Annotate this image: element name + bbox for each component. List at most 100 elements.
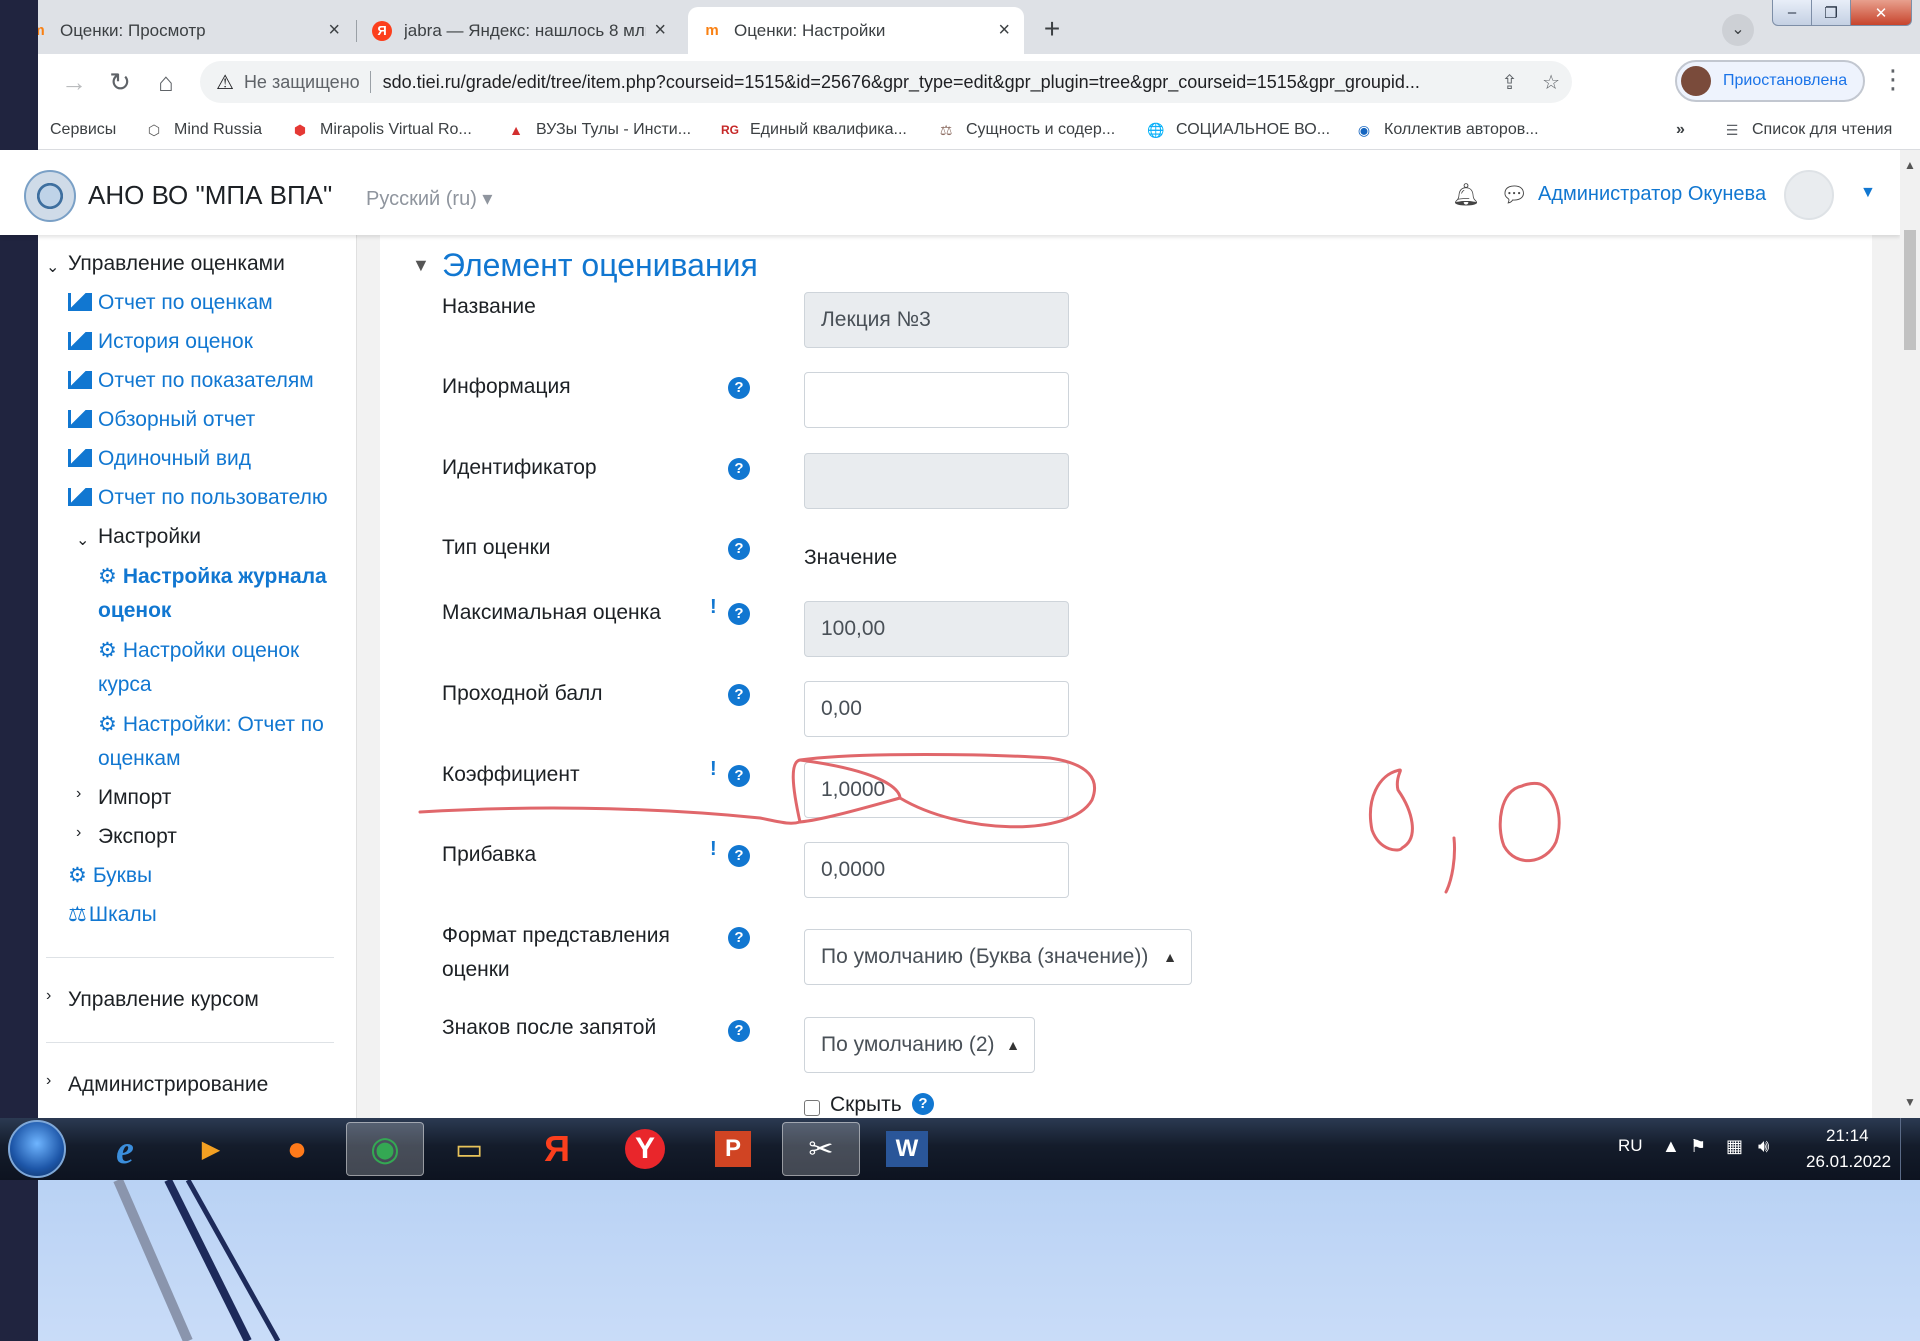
bookmark-item[interactable]: ◉ Коллектив авторов... [1354, 118, 1539, 142]
tab-search-button[interactable]: ⌄ [1722, 14, 1754, 46]
reading-list-button[interactable]: ☰ Список для чтения [1722, 118, 1893, 142]
word-icon[interactable]: W [868, 1122, 946, 1176]
name-input[interactable]: Лекция №3 [804, 292, 1069, 348]
yandex-icon[interactable]: Я [518, 1122, 596, 1176]
nav-import[interactable]: Импорт [98, 781, 171, 815]
network-icon[interactable]: ▦ [1726, 1136, 1743, 1157]
clock-date[interactable]: 26.01.2022 [1806, 1152, 1891, 1172]
tab-yandex-search[interactable]: Я jabra — Яндекс: нашлось 8 млн × [358, 7, 680, 54]
show-desktop-button[interactable] [1900, 1118, 1920, 1180]
firefox-icon[interactable]: ● [258, 1122, 336, 1176]
nav-course-grade-settings-line2[interactable]: курса [98, 668, 152, 702]
chevron-right-icon[interactable]: › [76, 824, 81, 842]
address-bar[interactable]: ⚠ Не защищено sdo.tiei.ru/grade/edit/tre… [200, 61, 1572, 103]
show-hidden-icons-icon[interactable]: ▲ [1662, 1136, 1680, 1157]
bookmark-item[interactable]: ⬢ Mirapolis Virtual Ro... [290, 118, 472, 142]
nav-grades-admin[interactable]: Управление оценками [68, 247, 285, 281]
menu-icon[interactable]: ⋮ [1880, 64, 1906, 95]
new-tab-button[interactable]: + [1036, 14, 1068, 46]
collapse-icon[interactable]: ▼ [412, 255, 430, 276]
nav-export[interactable]: Экспорт [98, 820, 177, 854]
bookmark-item[interactable]: RG Единый квалифика... [720, 118, 907, 142]
display-type-select[interactable]: По умолчанию (Буква (значение)) ▲ [804, 929, 1192, 985]
reload-icon[interactable]: ↻ [102, 64, 138, 100]
window-close-button[interactable]: ✕ [1850, 0, 1912, 26]
more-bookmarks-button[interactable]: » [1676, 118, 1685, 142]
chat-icon[interactable]: 💬︎ [1500, 182, 1528, 208]
security-status[interactable]: Не защищено [244, 72, 360, 93]
tab-grades-settings[interactable]: m Оценки: Настройки × [688, 7, 1024, 54]
bookmark-item[interactable]: 🌐 СОЦИАЛЬНОЕ ВО... [1146, 118, 1330, 142]
minimize-button[interactable]: – [1772, 0, 1812, 26]
help-icon[interactable]: ? [728, 765, 750, 787]
profile-button[interactable]: Приостановлена [1675, 60, 1865, 102]
scroll-down-icon[interactable]: ▼ [1904, 1095, 1916, 1109]
nav-course-grade-settings[interactable]: ⚙ Настройки оценок [98, 634, 299, 668]
ie-icon[interactable]: e [86, 1122, 164, 1176]
chevron-down-icon[interactable]: ▼ [1860, 184, 1876, 202]
volume-icon[interactable]: 🔊︎ [1758, 1136, 1769, 1157]
nav-grade-history[interactable]: История оценок [68, 325, 253, 359]
chevron-down-icon[interactable]: ⌄ [76, 530, 89, 550]
scroll-thumb[interactable] [1904, 230, 1916, 350]
nav-site-admin[interactable]: Администрирование [68, 1068, 268, 1102]
chevron-down-icon[interactable]: ⌄ [46, 257, 59, 277]
close-icon[interactable]: × [328, 19, 340, 42]
nav-gradebook-setup[interactable]: ⚙ Настройка журнала [98, 560, 327, 594]
nav-grader-report[interactable]: Отчет по оценкам [68, 286, 273, 320]
site-name[interactable]: АНО ВО "МПА ВПА" [88, 180, 332, 211]
nav-gradebook-setup-line2[interactable]: оценок [98, 594, 171, 628]
maxgrade-input[interactable]: 100,00 [804, 601, 1069, 657]
tab-grades-view[interactable]: m Оценки: Просмотр × [14, 7, 354, 54]
idnumber-input[interactable] [804, 453, 1069, 509]
powerpoint-icon[interactable]: P [694, 1122, 772, 1176]
nav-course-admin[interactable]: Управление курсом [68, 983, 259, 1017]
bookmark-item[interactable]: ▲ ВУЗы Тулы - Инсти... [506, 118, 691, 142]
media-player-icon[interactable]: ▶ [172, 1122, 250, 1176]
help-icon[interactable]: ? [728, 684, 750, 706]
bookmark-item[interactable]: ⬡ Mind Russia [144, 118, 262, 142]
url-text[interactable]: sdo.tiei.ru/grade/edit/tree/item.php?cou… [383, 72, 1490, 93]
nav-grader-report-settings[interactable]: ⚙ Настройки: Отчет по [98, 708, 324, 742]
multiplier-input[interactable]: 1,0000 [804, 762, 1069, 818]
language-indicator[interactable]: RU [1618, 1136, 1643, 1156]
avatar[interactable] [1784, 170, 1834, 220]
nav-scales[interactable]: ⚖Шкалы [68, 898, 157, 932]
clock-time[interactable]: 21:14 [1826, 1126, 1869, 1146]
forward-icon[interactable]: → [56, 64, 92, 100]
nav-settings[interactable]: Настройки [98, 520, 201, 554]
offset-input[interactable]: 0,0000 [804, 842, 1069, 898]
decimals-select[interactable]: По умолчанию (2) ▲ [804, 1017, 1035, 1073]
scroll-up-icon[interactable]: ▲ [1904, 158, 1916, 172]
close-icon[interactable]: × [998, 19, 1010, 42]
action-center-flag-icon[interactable]: ⚑ [1690, 1136, 1706, 1157]
help-icon[interactable]: ? [728, 1020, 750, 1042]
hidden-checkbox[interactable] [804, 1100, 820, 1116]
nav-grader-report-settings-line2[interactable]: оценкам [98, 742, 181, 776]
help-icon[interactable]: ? [728, 377, 750, 399]
nav-overview-report[interactable]: Обзорный отчет [68, 403, 255, 437]
share-icon[interactable]: ⇪ [1501, 70, 1518, 95]
chrome-icon[interactable]: ◉ [346, 1122, 424, 1176]
nav-outcomes-report[interactable]: Отчет по показателям [68, 364, 314, 398]
language-menu[interactable]: Русский (ru) ▾ [366, 186, 492, 211]
nav-user-report[interactable]: Отчет по пользователю [68, 481, 328, 515]
site-logo[interactable] [24, 170, 76, 222]
nav-letters[interactable]: ⚙ Буквы [68, 859, 152, 893]
help-icon[interactable]: ? [728, 845, 750, 867]
info-input[interactable] [804, 372, 1069, 428]
start-button[interactable] [8, 1120, 66, 1178]
warning-icon[interactable]: ⚠ [216, 70, 234, 95]
page-scrollbar[interactable]: ▲ ▼ [1900, 150, 1920, 1118]
user-menu-name[interactable]: Администратор Окунева [1538, 183, 1766, 206]
pass-input[interactable]: 0,00 [804, 681, 1069, 737]
help-icon[interactable]: ? [728, 927, 750, 949]
maximize-button[interactable]: ❐ [1811, 0, 1851, 26]
help-icon[interactable]: ? [912, 1093, 934, 1115]
help-icon[interactable]: ? [728, 538, 750, 560]
section-title[interactable]: Элемент оценивания [442, 247, 758, 284]
chevron-right-icon[interactable]: › [76, 785, 81, 803]
help-icon[interactable]: ? [728, 458, 750, 480]
yandex-browser-icon[interactable]: Y [606, 1122, 684, 1176]
chevron-right-icon[interactable]: › [46, 987, 51, 1005]
